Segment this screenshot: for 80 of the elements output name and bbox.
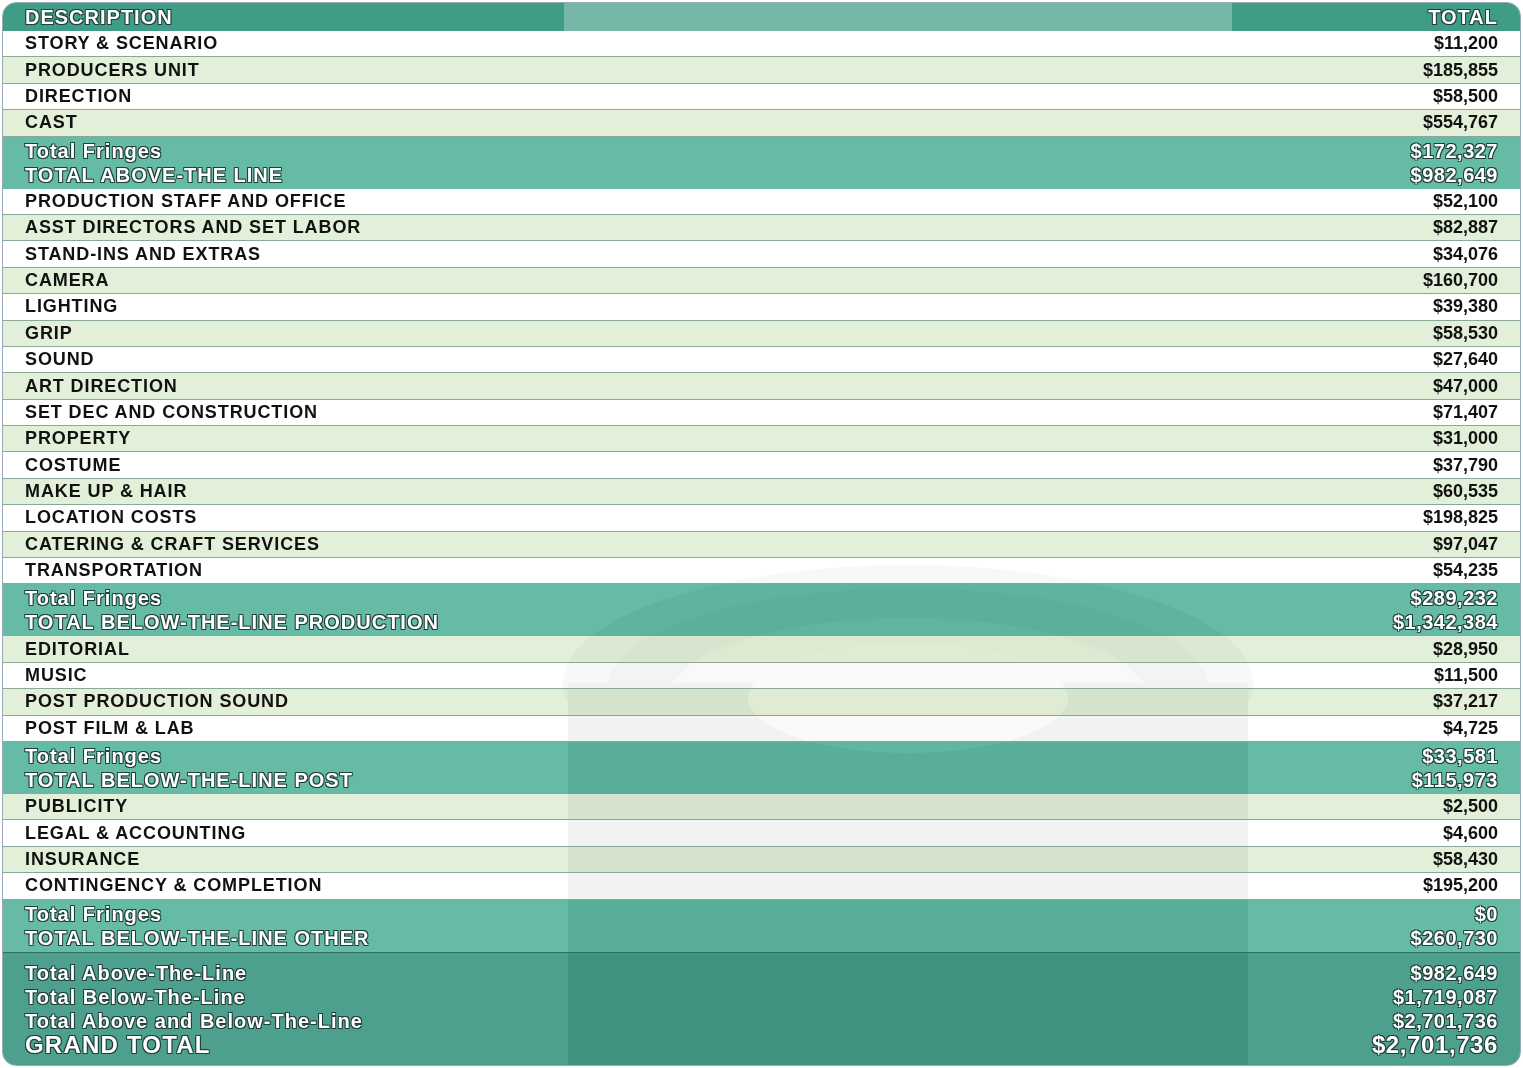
line-item-label: CAST <box>25 111 78 135</box>
line-item-amount: $54,235 <box>1432 559 1498 583</box>
line-item-amount: $71,407 <box>1432 400 1498 424</box>
line-item-amount: $82,887 <box>1432 216 1498 240</box>
total-amount: $1,342,384 <box>1392 610 1498 635</box>
line-item-label: LIGHTING <box>25 295 119 319</box>
line-item-amount: $58,430 <box>1432 847 1498 871</box>
line-item-label: TRANSPORTATION <box>25 559 203 583</box>
line-item-amount: $58,500 <box>1432 85 1498 108</box>
line-item-amount: $11,200 <box>1433 32 1498 56</box>
column-header: DESCRIPTION <box>25 5 173 30</box>
line-item-amount: $52,100 <box>1432 189 1498 213</box>
line-item-amount: $47,000 <box>1432 374 1498 398</box>
line-item-label: INSURANCE <box>25 847 141 871</box>
total-amount: $2,701,736 <box>1371 1032 1498 1057</box>
line-item-amount: $39,380 <box>1432 295 1498 319</box>
line-item-label: STAND-INS AND EXTRAS <box>25 242 261 266</box>
total-label: Total Below-The-Line <box>25 984 246 1009</box>
line-item-amount: $160,700 <box>1422 268 1498 292</box>
column-header: TOTAL <box>1428 5 1498 30</box>
line-item-amount: $4,600 <box>1442 821 1498 845</box>
total-amount: $172,327 <box>1410 138 1498 163</box>
line-item-label: STORY & SCENARIO <box>25 32 219 56</box>
total-label: TOTAL BELOW-THE-LINE OTHER <box>25 925 370 950</box>
total-amount: $0 <box>1474 901 1498 926</box>
total-label: Total Fringes <box>25 138 163 163</box>
line-item-label: CAMERA <box>25 268 110 292</box>
line-item-label: MAKE UP & HAIR <box>25 480 188 504</box>
line-item-amount: $554,767 <box>1422 111 1498 135</box>
line-item-label: PRODUCTION STAFF AND OFFICE <box>25 189 347 213</box>
total-label: GRAND TOTAL <box>25 1032 211 1057</box>
total-amount: $289,232 <box>1410 586 1498 611</box>
total-label: Total Fringes <box>25 901 163 926</box>
line-item-label: POST FILM & LAB <box>25 716 195 740</box>
line-item-amount: $11,500 <box>1433 664 1498 687</box>
line-item-label: ART DIRECTION <box>25 374 178 398</box>
line-item-label: SOUND <box>25 348 95 372</box>
line-item-label: LEGAL & ACCOUNTING <box>25 821 247 845</box>
line-item-amount: $37,217 <box>1432 690 1498 714</box>
line-item-amount: $198,825 <box>1422 506 1498 530</box>
line-item-amount: $185,855 <box>1422 58 1498 82</box>
line-item-amount: $195,200 <box>1422 874 1498 898</box>
line-item-amount: $31,000 <box>1432 427 1498 451</box>
line-item-label: GRIP <box>25 321 73 345</box>
total-label: Total Above-The-Line <box>25 960 248 985</box>
line-item-label: POST PRODUCTION SOUND <box>25 690 289 714</box>
total-amount: $33,581 <box>1422 744 1498 768</box>
line-item-label: SET DEC AND CONSTRUCTION <box>25 400 318 424</box>
total-label: TOTAL BELOW-THE-LINE PRODUCTION <box>25 610 439 635</box>
line-item-label: LOCATION COSTS <box>25 506 198 530</box>
total-label: TOTAL BELOW-THE-LINE POST <box>25 768 353 792</box>
line-item-amount: $2,500 <box>1442 795 1498 819</box>
total-label: TOTAL ABOVE-THE LINE <box>25 162 284 187</box>
line-item-label: CATERING & CRAFT SERVICES <box>25 532 320 556</box>
line-item-label: EDITORIAL <box>25 637 130 661</box>
line-item-amount: $34,076 <box>1432 242 1498 266</box>
total-amount: $982,649 <box>1410 162 1498 187</box>
line-item-label: MUSIC <box>25 664 88 687</box>
line-item-label: DIRECTION <box>25 85 133 108</box>
line-item-label: CONTINGENCY & COMPLETION <box>25 874 323 898</box>
total-label: Total Fringes <box>25 744 163 768</box>
total-amount: $982,649 <box>1410 960 1498 985</box>
line-item-amount: $37,790 <box>1432 453 1498 477</box>
total-label: Total Above and Below-The-Line <box>25 1008 363 1033</box>
total-amount: $2,701,736 <box>1392 1008 1498 1033</box>
line-item-label: COSTUME <box>25 453 122 477</box>
total-amount: $115,973 <box>1411 768 1498 792</box>
line-item-label: ASST DIRECTORS AND SET LABOR <box>25 216 362 240</box>
line-item-amount: $4,725 <box>1442 716 1498 740</box>
line-item-amount: $27,640 <box>1432 348 1498 372</box>
line-item-amount: $58,530 <box>1432 321 1498 345</box>
line-item-label: PRODUCERS UNIT <box>25 58 200 82</box>
line-item-amount: $28,950 <box>1432 637 1498 661</box>
line-item-amount: $97,047 <box>1432 532 1498 556</box>
line-item-label: PROPERTY <box>25 427 132 451</box>
total-label: Total Fringes <box>25 586 163 611</box>
total-amount: $1,719,087 <box>1392 984 1498 1009</box>
line-item-label: PUBLICITY <box>25 795 129 819</box>
line-item-amount: $60,535 <box>1432 480 1498 504</box>
total-amount: $260,730 <box>1410 925 1498 950</box>
